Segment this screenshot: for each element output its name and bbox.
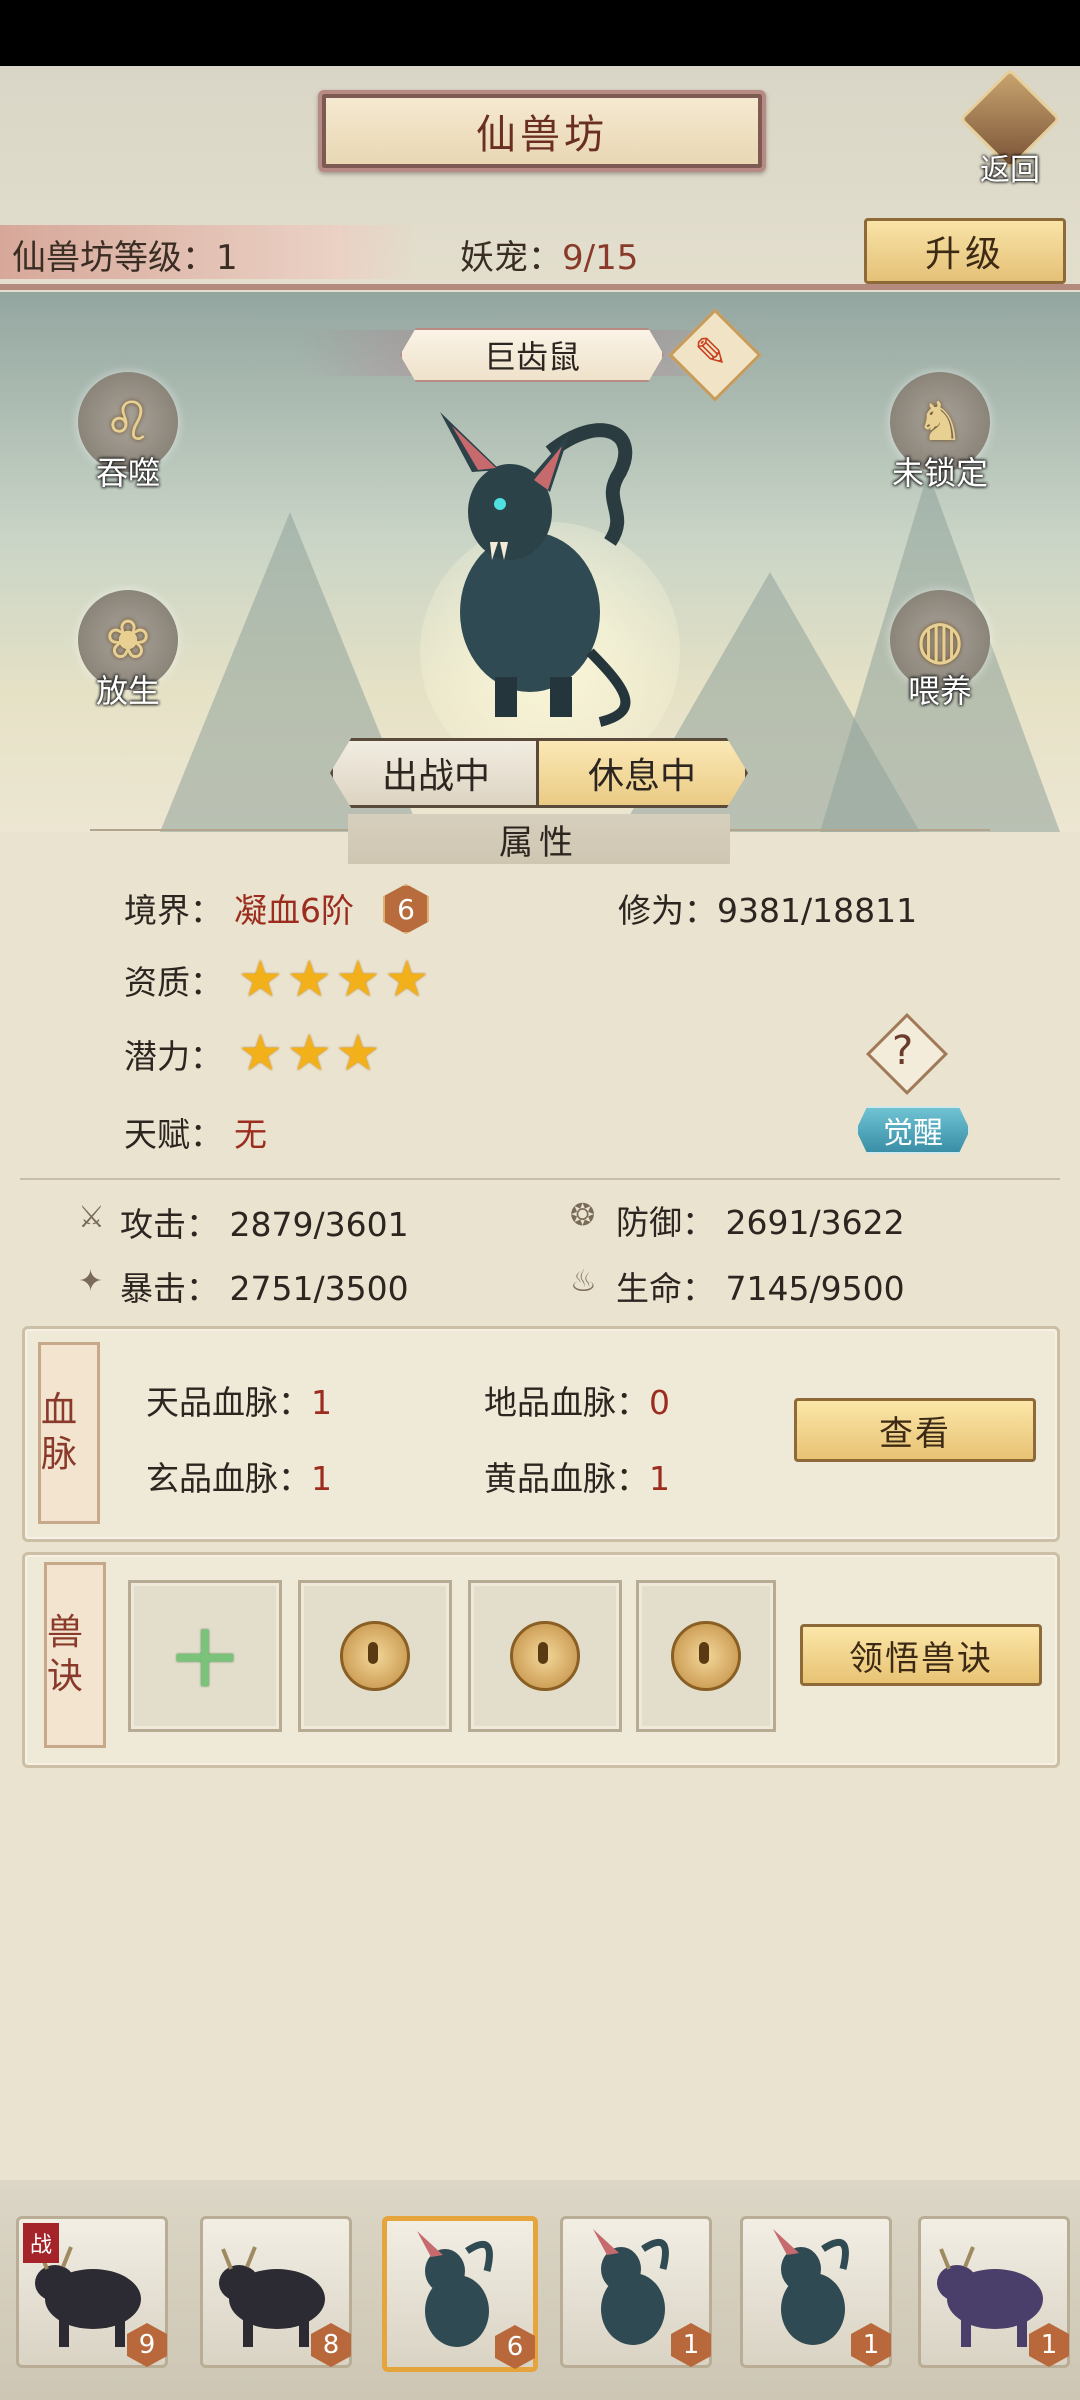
lock-icon [340,1621,410,1691]
release-button[interactable]: ❀ 放生 [68,590,188,720]
workshop-level: 仙兽坊等级：1 [12,238,238,278]
header-divider [0,284,1080,290]
page-title: 仙兽坊 [318,90,766,172]
devour-button[interactable]: ♌ 吞噬 [68,372,188,502]
attack-stat: 攻击： 2879/3601 [120,1205,409,1244]
skill-slot-locked[interactable] [298,1580,452,1732]
potential-stars: ★★★ [238,1028,384,1078]
bloodline-tag: 血脉 [38,1342,100,1524]
upgrade-button[interactable]: 升级 [864,218,1066,284]
defense-stat: 防御： 2691/3622 [616,1203,905,1242]
hp-stat: 生命： 7145/9500 [616,1269,905,1308]
battle-tag: 战 [23,2223,59,2263]
roster-pet-card[interactable]: 9战 [16,2216,168,2368]
crit-icon: ✦ [78,1264,104,1299]
star-icon: ★ [238,950,283,1008]
star-icon: ★ [286,950,332,1008]
aptitude-label: 资质： [124,963,223,1002]
star-icon: ★ [286,1024,332,1082]
hp-icon: ♨ [570,1264,597,1299]
star-icon: ★ [238,1024,283,1082]
skill-slot-locked[interactable] [468,1580,622,1732]
back-button[interactable]: 返回 [959,68,1061,188]
roster-pet-card[interactable]: 6 [382,2216,538,2372]
attributes-title: 属性 [348,814,730,864]
status-bar [0,0,1080,66]
back-label: 返回 [980,153,1040,188]
lock-icon [510,1621,580,1691]
star-icon: ★ [335,1024,381,1082]
star-icon: ★ [384,950,430,1008]
lock-icon [671,1621,741,1691]
pet-name: 巨齿鼠 [400,328,664,382]
earth-bloodline: 地品血脉：0 [484,1383,670,1422]
pet-roster: 9战86111 [0,2180,1080,2400]
pet-count: 妖宠：9/15 [460,238,639,278]
realm-label: 境界： [124,891,223,930]
crit-stat: 暴击： 2751/3500 [120,1269,409,1308]
feed-button[interactable]: ◍ 喂养 [880,590,1000,720]
skill-slot-add[interactable]: + [128,1580,282,1732]
realm-badge: 6 [383,884,429,934]
roster-pet-card[interactable]: 1 [918,2216,1070,2368]
awaken-button[interactable]: 觉醒 [856,1106,970,1154]
mystic-bloodline: 玄品血脉：1 [146,1459,332,1498]
status-tabs: 出战中 休息中 [330,738,748,808]
cultivation-label: 修为：9381/18811 [618,891,918,930]
defense-icon: ❂ [570,1198,596,1233]
lock-button[interactable]: ♞ 未锁定 [880,372,1000,502]
attack-icon: ⚔ [78,1200,105,1235]
aptitude-stars: ★★★★ [238,954,433,1004]
plus-icon: + [167,1603,243,1708]
brush-icon: ✎ [694,330,728,376]
roster-pet-card[interactable]: 8 [200,2216,352,2368]
heaven-bloodline: 天品血脉：1 [146,1383,332,1422]
talent-value: 无 [234,1115,267,1154]
potential-label: 潜力： [124,1037,223,1076]
roster-pet-card[interactable]: 1 [560,2216,712,2368]
realm-value: 凝血6阶 [234,891,354,930]
tab-resting[interactable]: 休息中 [536,738,748,808]
tab-in-battle[interactable]: 出战中 [330,738,542,808]
talent-label: 天赋： [124,1115,223,1154]
roster-pet-card[interactable]: 1 [740,2216,892,2368]
star-icon: ★ [335,950,381,1008]
yellow-bloodline: 黄品血脉：1 [484,1459,670,1498]
stats-divider [20,1178,1060,1180]
skill-slot-locked[interactable] [636,1580,776,1732]
skills-tag: 兽诀 [44,1562,106,1748]
rat-creature-image [440,412,633,727]
view-bloodline-button[interactable]: 查看 [794,1398,1036,1462]
learn-skill-button[interactable]: 领悟兽诀 [800,1624,1042,1686]
question-icon: ? [892,1028,914,1074]
